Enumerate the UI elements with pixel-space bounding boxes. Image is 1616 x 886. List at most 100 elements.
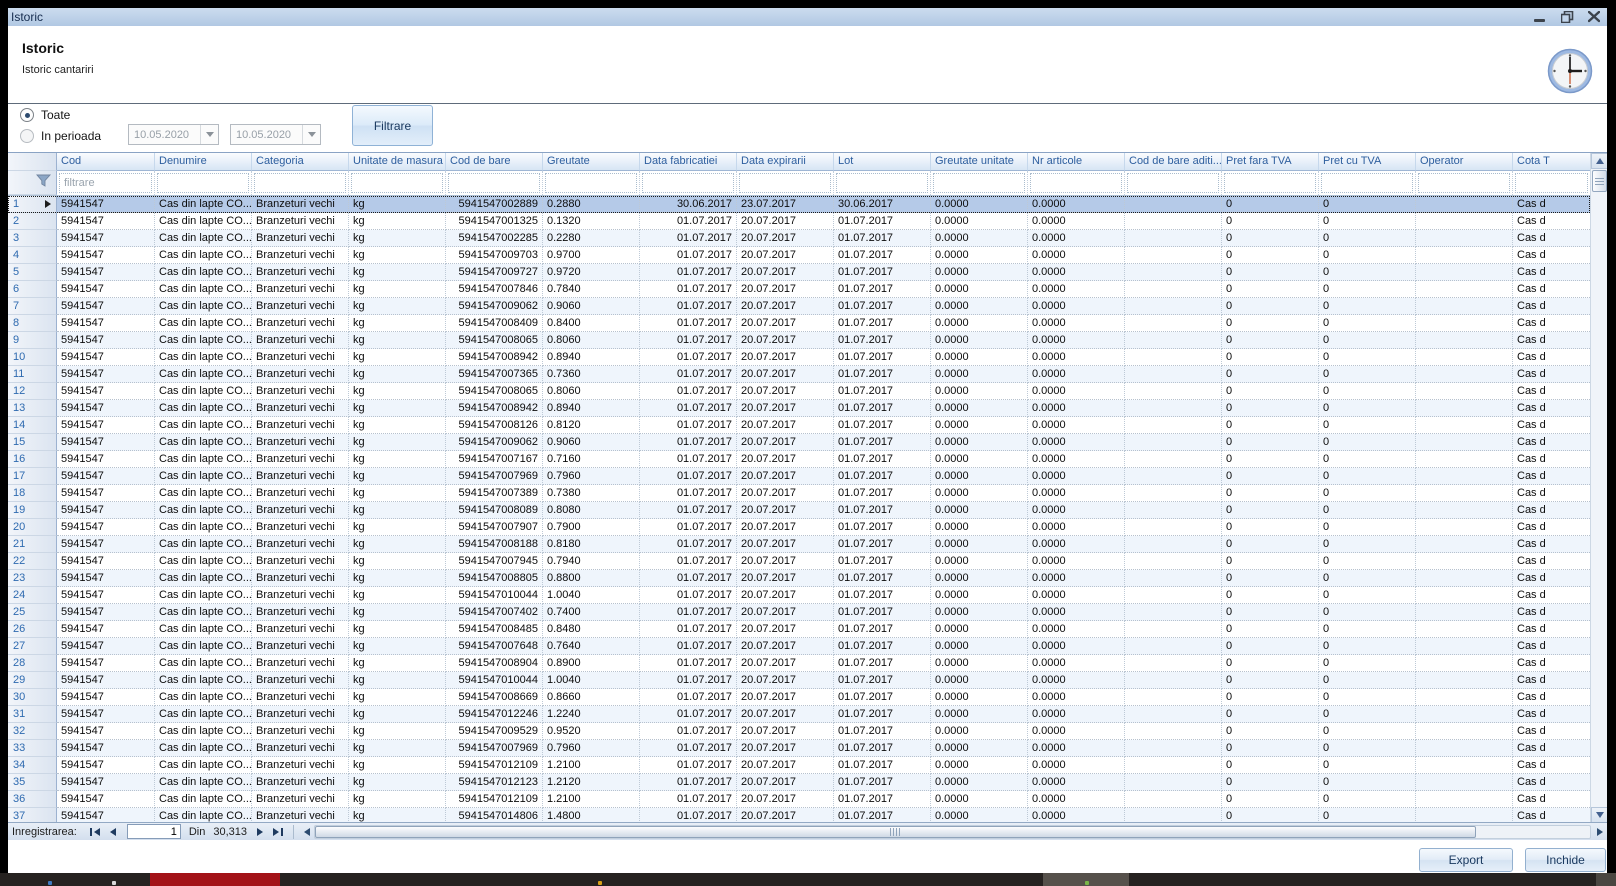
date-from-picker[interactable]: 10.05.2020 [128,124,219,145]
cell-unitate-de-masura[interactable]: kg [349,791,446,808]
cell-categoria[interactable]: Branzeturi vechi [252,468,349,485]
filter-input-pret-fara-tva[interactable] [1224,173,1316,193]
cell-unitate-de-masura[interactable]: kg [349,808,446,823]
cell-pret-cu-tva[interactable]: 0 [1319,247,1416,264]
cell-categoria[interactable]: Branzeturi vechi [252,332,349,349]
cell-categoria[interactable]: Branzeturi vechi [252,366,349,383]
cell-greutate-unitate[interactable]: 0.0000 [931,689,1028,706]
cell-nr-articole[interactable]: 0.0000 [1028,332,1125,349]
cell-pret-cu-tva[interactable]: 0 [1319,740,1416,757]
cell-cod-de-bare-aditional[interactable] [1125,315,1222,332]
cell-pret-cu-tva[interactable]: 0 [1319,553,1416,570]
cell-denumire[interactable]: Cas din lapte CO... [155,808,252,823]
cell-cod-de-bare-aditional[interactable] [1125,298,1222,315]
cell-data-expirarii[interactable]: 20.07.2017 [737,672,834,689]
last-record-button[interactable] [269,825,287,839]
next-record-button[interactable] [251,825,269,839]
cell-greutate-unitate[interactable]: 0.0000 [931,587,1028,604]
table-row[interactable]: 30 5941547 Cas din lapte CO... Branzeturi v… [8,689,1590,706]
table-row[interactable]: 34 5941547 Cas din lapte CO... Branzeturi v… [8,757,1590,774]
row-header[interactable]: 10 [8,349,57,366]
cell-greutate-unitate[interactable]: 0.0000 [931,740,1028,757]
cell-unitate-de-masura[interactable]: kg [349,315,446,332]
cell-denumire[interactable]: Cas din lapte CO... [155,247,252,264]
cell-pret-cu-tva[interactable]: 0 [1319,502,1416,519]
cell-nr-articole[interactable]: 0.0000 [1028,808,1125,823]
cell-data-fabricatiei[interactable]: 01.07.2017 [640,689,737,706]
cell-data-expirarii[interactable]: 20.07.2017 [737,366,834,383]
cell-operator[interactable] [1416,400,1513,417]
table-row[interactable]: 33 5941547 Cas din lapte CO... Branzeturi v… [8,740,1590,757]
cell-categoria[interactable]: Branzeturi vechi [252,298,349,315]
cell-greutate-unitate[interactable]: 0.0000 [931,502,1028,519]
row-header[interactable]: 6 [8,281,57,298]
cell-operator[interactable] [1416,349,1513,366]
cell-denumire[interactable]: Cas din lapte CO... [155,315,252,332]
cell-cod[interactable]: 5941547 [57,315,155,332]
cell-lot[interactable]: 01.07.2017 [834,553,931,570]
cell-cod[interactable]: 5941547 [57,723,155,740]
cell-nr-articole[interactable]: 0.0000 [1028,757,1125,774]
cell-data-fabricatiei[interactable]: 01.07.2017 [640,536,737,553]
cell-lot[interactable]: 01.07.2017 [834,417,931,434]
cell-greutate[interactable]: 0.9520 [543,723,640,740]
cell-data-expirarii[interactable]: 20.07.2017 [737,281,834,298]
cell-pret-fara-tva[interactable]: 0 [1222,689,1319,706]
cell-cod-de-bare[interactable]: 5941547008942 [446,400,543,417]
cell-cota[interactable]: Cas d [1513,740,1590,757]
cell-nr-articole[interactable]: 0.0000 [1028,298,1125,315]
cell-data-fabricatiei[interactable]: 01.07.2017 [640,519,737,536]
cell-lot[interactable]: 01.07.2017 [834,332,931,349]
cell-data-fabricatiei[interactable]: 01.07.2017 [640,417,737,434]
cell-data-fabricatiei[interactable]: 01.07.2017 [640,774,737,791]
cell-cod[interactable]: 5941547 [57,264,155,281]
cell-cota[interactable]: Cas d [1513,383,1590,400]
cell-cota[interactable]: Cas d [1513,298,1590,315]
cell-greutate[interactable]: 0.2280 [543,230,640,247]
cell-operator[interactable] [1416,383,1513,400]
cell-denumire[interactable]: Cas din lapte CO... [155,655,252,672]
cell-pret-fara-tva[interactable]: 0 [1222,315,1319,332]
cell-cod[interactable]: 5941547 [57,230,155,247]
cell-categoria[interactable]: Branzeturi vechi [252,553,349,570]
cell-denumire[interactable]: Cas din lapte CO... [155,196,252,213]
cell-denumire[interactable]: Cas din lapte CO... [155,706,252,723]
cell-categoria[interactable]: Branzeturi vechi [252,536,349,553]
row-header[interactable]: 17 [8,468,57,485]
table-row[interactable]: 6 5941547 Cas din lapte CO... Branzeturi ve… [8,281,1590,298]
cell-data-expirarii[interactable]: 20.07.2017 [737,264,834,281]
cell-unitate-de-masura[interactable]: kg [349,400,446,417]
cell-pret-fara-tva[interactable]: 0 [1222,519,1319,536]
cell-pret-cu-tva[interactable]: 0 [1319,383,1416,400]
cell-nr-articole[interactable]: 0.0000 [1028,791,1125,808]
scroll-left-button[interactable] [300,825,314,839]
row-header[interactable]: 4 [8,247,57,264]
cell-cota[interactable]: Cas d [1513,808,1590,823]
cell-categoria[interactable]: Branzeturi vechi [252,570,349,587]
cell-operator[interactable] [1416,706,1513,723]
cell-cota[interactable]: Cas d [1513,485,1590,502]
cell-data-expirarii[interactable]: 20.07.2017 [737,298,834,315]
cell-greutate-unitate[interactable]: 0.0000 [931,536,1028,553]
cell-cod-de-bare[interactable]: 5941547007945 [446,553,543,570]
cell-cod[interactable]: 5941547 [57,638,155,655]
column-header-cod[interactable]: Cod [57,153,155,171]
cell-pret-fara-tva[interactable]: 0 [1222,757,1319,774]
cell-cod-de-bare-aditional[interactable] [1125,213,1222,230]
taskbar-item-right[interactable] [1596,873,1616,886]
radio-toate[interactable]: Toate [20,108,70,122]
cell-data-expirarii[interactable]: 20.07.2017 [737,570,834,587]
cell-operator[interactable] [1416,230,1513,247]
filter-input-data-fabricatiei[interactable] [642,173,734,193]
cell-nr-articole[interactable]: 0.0000 [1028,519,1125,536]
cell-nr-articole[interactable]: 0.0000 [1028,485,1125,502]
radio-in-perioada-control[interactable] [20,129,34,143]
cell-pret-fara-tva[interactable]: 0 [1222,468,1319,485]
filter-input-data-expirarii[interactable] [739,173,831,193]
cell-categoria[interactable]: Branzeturi vechi [252,349,349,366]
cell-pret-cu-tva[interactable]: 0 [1319,808,1416,823]
cell-categoria[interactable]: Branzeturi vechi [252,451,349,468]
cell-cod-de-bare-aditional[interactable] [1125,247,1222,264]
cell-greutate-unitate[interactable]: 0.0000 [931,672,1028,689]
cell-cod-de-bare-aditional[interactable] [1125,536,1222,553]
